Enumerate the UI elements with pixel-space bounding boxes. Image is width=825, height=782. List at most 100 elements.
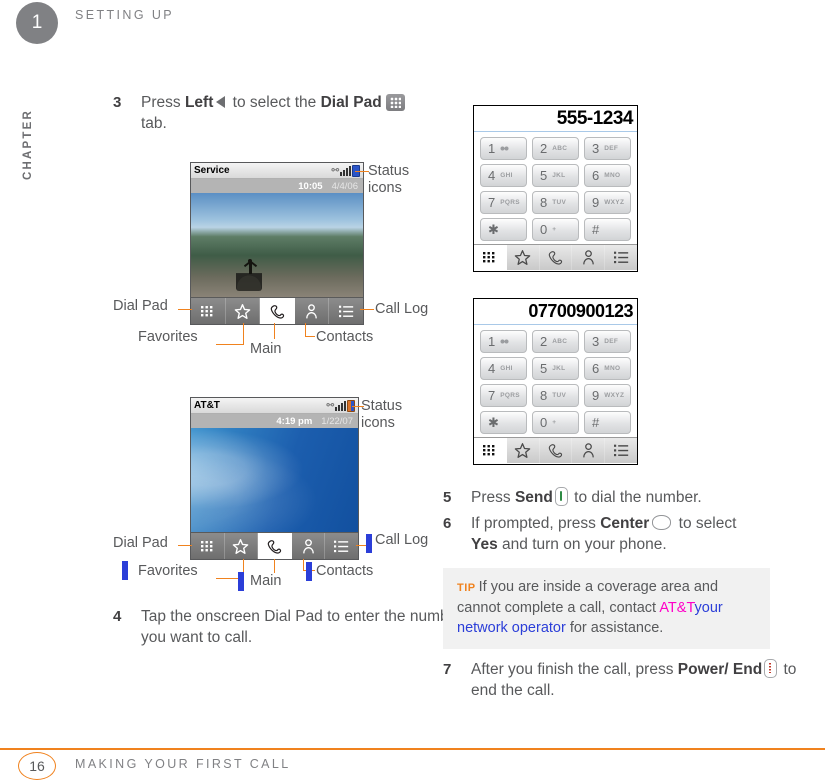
leader-main-1-v [274, 323, 276, 339]
callout-main-2-label: Main [250, 573, 282, 589]
left-arrow-key-icon [216, 96, 226, 108]
bluetooth-icon: ⚯ [326, 400, 334, 410]
dialpad-1-keys: 1 2 ABC 3 DEF 4 GHI 5 JKL 6 MNO 7 PQRS 8 TUV 9W… [474, 132, 637, 244]
dialpad-1-tab-bar [474, 244, 637, 270]
key-pound[interactable]: # [584, 218, 631, 241]
phone2-tab-main[interactable] [258, 533, 292, 559]
key-6[interactable]: 6 MNO [584, 357, 631, 380]
dialpad-1-tab-dial-pad[interactable] [474, 245, 507, 270]
key-6[interactable]: 6 MNO [584, 164, 631, 187]
callout-dial-pad-1-label: Dial Pad [113, 298, 168, 314]
step-6-number: 6 [443, 515, 452, 532]
step-7-text-before: After you finish the call, press [471, 661, 678, 678]
dialpad-2-tab-contacts[interactable] [572, 438, 606, 463]
step-3: 3 Press Left to select the Dial Pad tab. [113, 92, 443, 134]
phone1-carrier-label: Service [194, 165, 230, 176]
callout-status-icons-2-line2: icons [361, 415, 395, 431]
step-3-text-after: tab. [141, 115, 167, 132]
bluetooth-icon: ⚯ [331, 165, 339, 175]
dialpad-1-tab-contacts[interactable] [572, 245, 606, 270]
dialpad-2-number: 07700900123 [528, 301, 633, 321]
callout-main-2: Main [250, 573, 281, 590]
callout-status-icons-2: Status icons [361, 398, 402, 432]
key-8[interactable]: 8 TUV [532, 191, 579, 214]
key-4[interactable]: 4 GHI [480, 357, 527, 380]
key-9[interactable]: 9 WXYZ [584, 191, 631, 214]
step-7-bold-power-end: Power/ End [677, 661, 763, 678]
phone1-tab-bar [191, 297, 363, 324]
step-3-number: 3 [113, 94, 122, 111]
key-star[interactable]: ✱ [480, 411, 527, 434]
callout-call-log-2-label: Call Log [375, 532, 429, 548]
step-5-bold-send: Send [514, 489, 553, 506]
dialpad-2-tab-favorites[interactable] [507, 438, 540, 463]
dialpad-1-number: 555-1234 [556, 107, 634, 129]
edit-mark-call-log [366, 534, 372, 553]
callout-contacts-2-label: Contacts [316, 563, 374, 579]
key-9[interactable]: 9 WXYZ [584, 384, 631, 407]
callout-call-log-1: Call Log [375, 301, 428, 318]
callout-favorites-1-label: Favorites [138, 329, 198, 345]
key-pound[interactable]: # [584, 411, 631, 434]
phone1-tab-call-log[interactable] [329, 298, 363, 324]
phone-screenshot-service: Service ⚯ 10:05 4/4/06 [190, 162, 364, 325]
leader-call-log-1 [360, 309, 374, 311]
callout-call-log-1-label: Call Log [375, 301, 429, 317]
key-3[interactable]: 3 DEF [584, 330, 631, 353]
phone2-info-bar: 4:19 pm 1/22/07 [191, 414, 358, 428]
dialpad-1-tab-main[interactable] [540, 245, 573, 270]
dialpad-2-tab-bar [474, 437, 637, 463]
edit-mark-main [238, 572, 244, 591]
step-7: 7 After you finish the call, press Power… [443, 659, 811, 701]
voicemail-icon [500, 339, 510, 344]
chapter-label: CHAPTER [22, 109, 34, 180]
dial-pad-key-icon [385, 94, 405, 111]
key-2[interactable]: 2 ABC [532, 330, 579, 353]
key-2[interactable]: 2 ABC [532, 137, 579, 160]
phone1-tab-main[interactable] [260, 298, 295, 324]
key-0[interactable]: 0 + [532, 411, 579, 434]
tip-inserted-carrier: AT&T [659, 600, 695, 616]
dialpad-2-tab-main[interactable] [540, 438, 573, 463]
phone2-tab-favorites[interactable] [225, 533, 259, 559]
dialpad-2-number-display: 07700900123 [474, 299, 637, 325]
signal-bars-icon [335, 400, 346, 411]
callout-status-icons-2-line1: Status [361, 398, 403, 414]
phone1-tab-contacts[interactable] [295, 298, 330, 324]
key-1[interactable]: 1 [480, 137, 527, 160]
key-5[interactable]: 5 JKL [532, 357, 579, 380]
leader-main-2-v [274, 559, 276, 573]
edit-mark-favorites [122, 561, 128, 580]
step-3-bold-left: Left [184, 94, 214, 111]
phone1-tab-favorites[interactable] [226, 298, 261, 324]
key-star[interactable]: ✱ [480, 218, 527, 241]
dialpad-1-tab-favorites[interactable] [507, 245, 540, 270]
key-3[interactable]: 3 DEF [584, 137, 631, 160]
key-8[interactable]: 8 TUV [532, 384, 579, 407]
step-6-bold-center: Center [600, 515, 650, 532]
leader-favorites-1-v [243, 323, 245, 345]
phone2-tab-contacts[interactable] [292, 533, 326, 559]
phone2-tab-dial-pad[interactable] [191, 533, 225, 559]
footer-title: MAKING YOUR FIRST CALL [75, 757, 291, 771]
step-4-text: Tap the onscreen Dial Pad to enter the n… [141, 608, 463, 646]
key-4[interactable]: 4 GHI [480, 164, 527, 187]
running-head: SETTING UP [75, 8, 175, 22]
dialpad-2-tab-call-log[interactable] [605, 438, 637, 463]
callout-call-log-2: Call Log [375, 532, 428, 549]
dialpad-2-tab-dial-pad[interactable] [474, 438, 507, 463]
key-5[interactable]: 5 JKL [532, 164, 579, 187]
key-7[interactable]: 7 PQRS [480, 384, 527, 407]
dialpad-1-tab-call-log[interactable] [605, 245, 637, 270]
key-1[interactable]: 1 [480, 330, 527, 353]
dialpad-1-number-display: 555-1234 [474, 106, 637, 132]
phone2-tab-call-log[interactable] [325, 533, 358, 559]
phone1-info-bar: 10:05 4/4/06 [191, 179, 363, 193]
phone2-carrier-label: AT&T [194, 400, 220, 411]
callout-favorites-2-label: Favorites [138, 563, 198, 579]
key-0[interactable]: 0 + [532, 218, 579, 241]
phone1-tab-dial-pad[interactable] [191, 298, 226, 324]
key-7[interactable]: 7 PQRS [480, 191, 527, 214]
phone1-date: 4/4/06 [331, 180, 358, 192]
footer-page-number: 16 [18, 752, 56, 780]
